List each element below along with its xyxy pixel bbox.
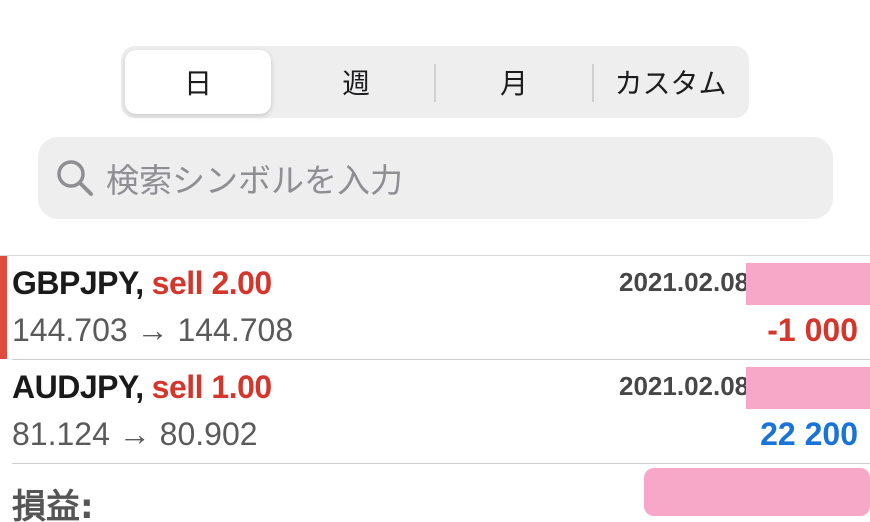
order-prices: 144.703 → 144.708 [12, 312, 294, 348]
profit-loss-label: 損益: [12, 487, 94, 522]
period-segmented-control: 日 週 月 カスタム [121, 46, 749, 118]
order-date: 2021.02.08 [619, 267, 750, 297]
loss-indicator [0, 256, 7, 359]
search-icon [57, 160, 93, 196]
tab-day[interactable]: 日 [125, 50, 271, 114]
row-divider [12, 359, 870, 360]
summary-divider [12, 463, 870, 464]
order-date: 2021.02.08 [619, 371, 750, 401]
redacted-total [644, 468, 870, 516]
row-divider [0, 255, 870, 256]
tab-week[interactable]: 週 [279, 50, 433, 114]
order-title: AUDJPY, sell 1.00 [12, 369, 272, 406]
order-title: GBPJPY, sell 2.00 [12, 265, 272, 302]
order-side: sell 1.00 [151, 369, 273, 405]
symbol-search-field[interactable]: 検索シンボルを入力 [38, 137, 833, 219]
order-side: sell 2.00 [151, 265, 273, 301]
order-symbol: AUDJPY, [12, 369, 144, 405]
redacted-time [746, 367, 870, 409]
search-placeholder: 検索シンボルを入力 [106, 161, 403, 200]
order-prices: 81.124 → 80.902 [12, 416, 258, 452]
tab-month[interactable]: 月 [436, 50, 592, 114]
order-symbol: GBPJPY, [12, 265, 144, 301]
history-screen: 日 週 月 カスタム 検索シンボルを入力 GBPJPY, sell 2.00 20… [0, 0, 870, 522]
redacted-time [746, 263, 870, 305]
order-row[interactable]: AUDJPY, sell 1.00 2021.02.08 81.124 → 80.… [0, 359, 870, 463]
order-profit: 22 200 [760, 416, 858, 452]
tab-custom[interactable]: カスタム [594, 50, 747, 114]
order-profit: -1 000 [767, 312, 858, 348]
order-row[interactable]: GBPJPY, sell 2.00 2021.02.08 144.703 → 14… [0, 255, 870, 359]
